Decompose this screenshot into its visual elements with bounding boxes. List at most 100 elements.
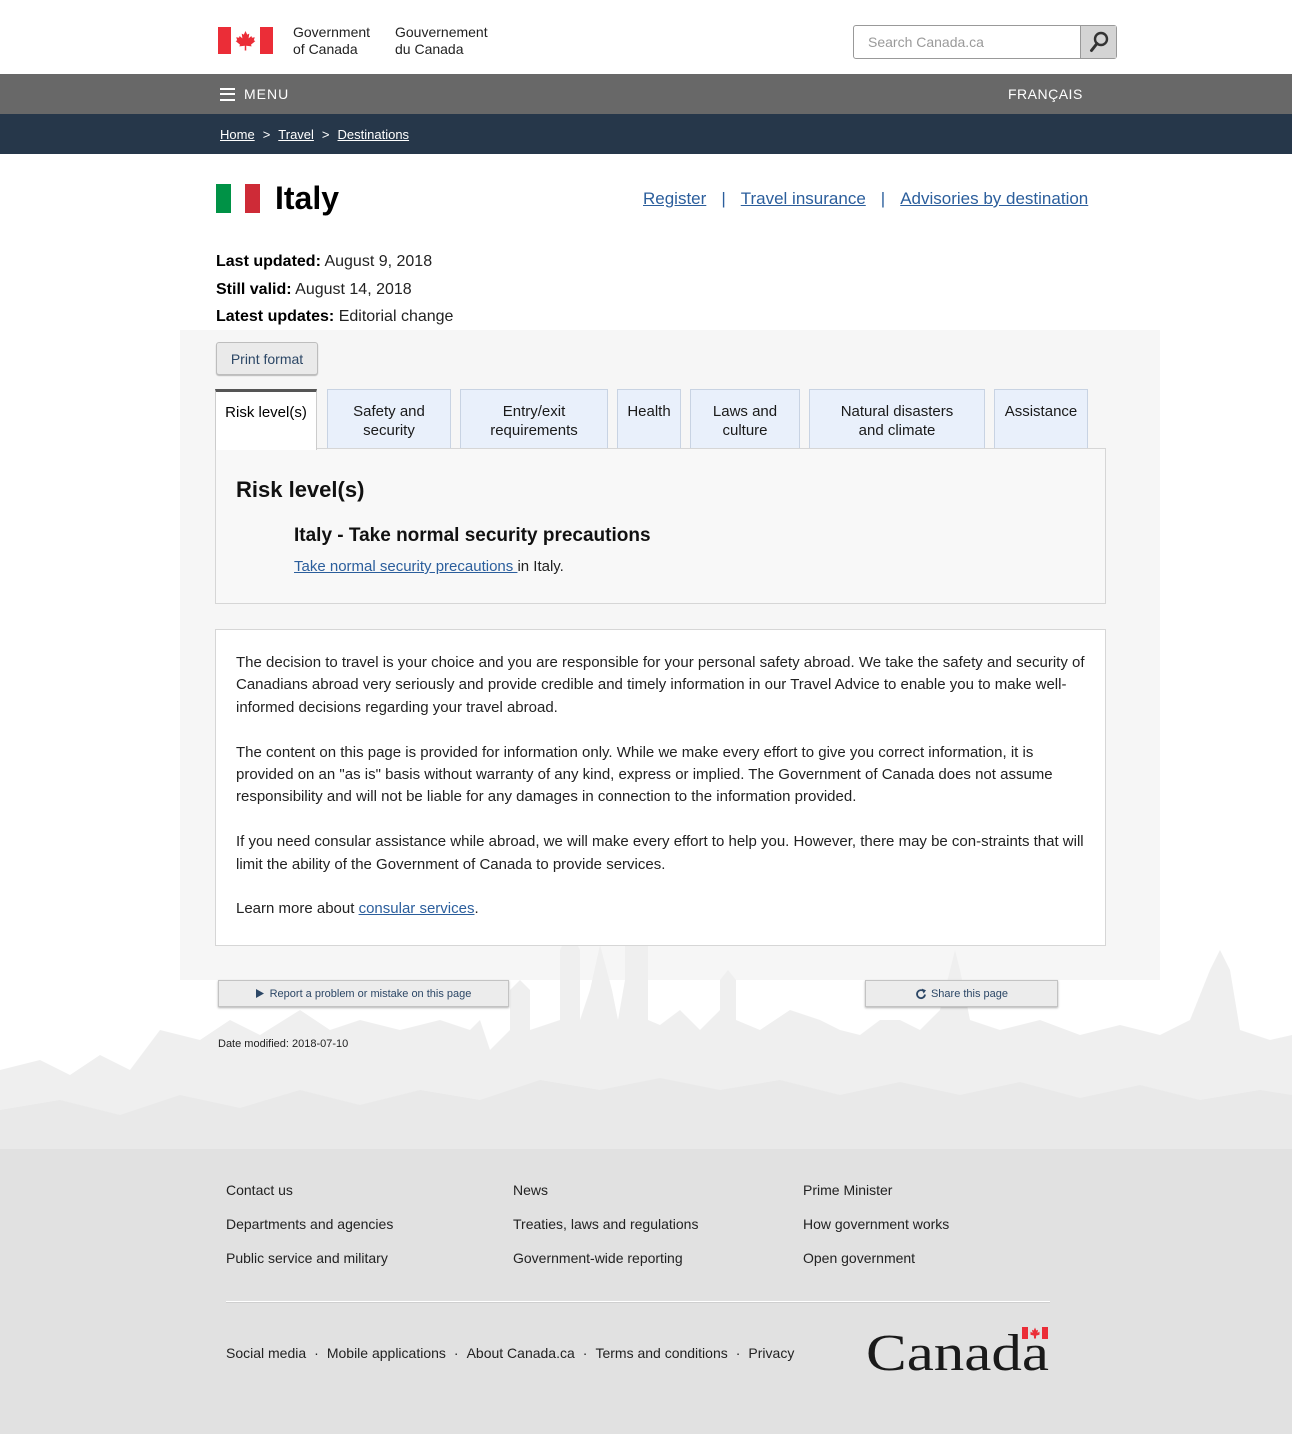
footer-news[interactable]: News <box>513 1182 548 1198</box>
register-link[interactable]: Register <box>643 189 706 209</box>
footer-dot-separator: · <box>582 1345 588 1361</box>
print-format-button[interactable]: Print format <box>216 342 318 375</box>
breadcrumb-destinations[interactable]: Destinations <box>338 127 410 142</box>
share-page-button[interactable]: Share this page <box>865 980 1058 1007</box>
canada-wordmark-logo: Canada <box>866 1325 1049 1375</box>
footer-dot-separator: · <box>735 1345 741 1361</box>
search-button[interactable] <box>1080 26 1116 58</box>
disclaimer-paragraph-2: The content on this page is provided for… <box>236 743 1053 806</box>
footer-contact-us[interactable]: Contact us <box>226 1182 293 1198</box>
advisory-metadata: Last updated: August 9, 2018 Still valid… <box>216 248 453 331</box>
page-title: Italy <box>275 180 340 216</box>
last-updated-label: Last updated: <box>216 253 321 270</box>
still-valid-row: Still valid: August 14, 2018 <box>216 276 453 304</box>
disclaimer-paragraph-3: If you need consular assistance while ab… <box>236 833 1084 873</box>
site-footer: Contact us Departments and agencies Publ… <box>0 1149 1292 1434</box>
signature-fr-line-2: du Canada <box>395 41 464 57</box>
tab-label-line-2: requirements <box>490 422 578 439</box>
still-valid-value: August 14, 2018 <box>295 280 412 298</box>
breadcrumb: Home > Travel > Destinations <box>220 114 409 154</box>
canada-flag-icon[interactable] <box>218 27 273 54</box>
footer-terms-and-conditions[interactable]: Terms and conditions <box>595 1345 727 1361</box>
tab-label-line-2: security <box>363 422 415 439</box>
panel-heading: Risk level(s) <box>236 477 365 502</box>
tab-laws-and-culture[interactable]: Laws and culture <box>690 389 800 448</box>
risk-level-text: Take normal security precautions in Ital… <box>294 558 564 575</box>
disclaimer-paragraph-1: The decision to travel is your choice an… <box>236 654 1085 716</box>
tab-health[interactable]: Health <box>617 389 681 448</box>
footer-dot-separator: · <box>314 1345 319 1361</box>
tab-assistance[interactable]: Assistance <box>994 389 1088 448</box>
latest-updates-row: Latest updates: Editorial change <box>216 303 453 331</box>
tab-label-line-1: Laws and <box>712 403 778 420</box>
report-problem-button[interactable]: Report a problem or mistake on this page <box>218 980 509 1007</box>
hamburger-icon <box>220 87 235 101</box>
triangle-right-icon <box>255 989 264 998</box>
footer-public-service-and-military[interactable]: Public service and military <box>226 1250 388 1266</box>
search-icon <box>1089 31 1108 52</box>
footer-prime-minister[interactable]: Prime Minister <box>803 1182 892 1198</box>
breadcrumb-home[interactable]: Home <box>220 127 255 142</box>
footer-about-canada[interactable]: About Canada.ca <box>467 1345 575 1361</box>
tab-risk-levels[interactable]: Risk level(s) <box>215 389 317 450</box>
footer-divider <box>226 1301 1050 1302</box>
breadcrumb-bar: Home > Travel > Destinations <box>0 114 1292 154</box>
wordmark-text: Canada <box>866 1325 1049 1375</box>
title-links: Register | Travel insurance | Advisories… <box>643 189 1088 209</box>
footer-government-wide-reporting[interactable]: Government-wide reporting <box>513 1250 683 1266</box>
risk-levels-panel: Risk level(s) Italy - Take normal securi… <box>215 448 1106 604</box>
italy-flag-icon <box>216 184 261 213</box>
footer-privacy[interactable]: Privacy <box>748 1345 794 1361</box>
menu-bar: MENU FRANÇAIS <box>0 74 1292 114</box>
signature-english[interactable]: Government of Canada <box>293 24 370 58</box>
tab-label: Health <box>627 403 671 420</box>
search-box <box>853 25 1117 59</box>
footer-social-media[interactable]: Social media <box>226 1345 306 1361</box>
learn-more-suffix: . <box>474 900 479 918</box>
footer-how-government-works[interactable]: How government works <box>803 1216 949 1232</box>
footer-open-government[interactable]: Open government <box>803 1250 915 1266</box>
menu-button[interactable]: MENU <box>220 74 289 114</box>
latest-updates-label: Latest updates: <box>216 308 335 325</box>
tab-label-line-1: Natural disasters <box>840 403 954 420</box>
tab-entry-exit-requirements[interactable]: Entry/exit requirements <box>460 389 608 448</box>
learn-more-prefix: Learn more about <box>236 900 359 918</box>
report-problem-label: Report a problem or mistake on this page <box>269 987 472 1000</box>
footer-treaties-laws-regulations[interactable]: Treaties, laws and regulations <box>513 1216 698 1232</box>
breadcrumb-separator: > <box>321 126 330 142</box>
signature-en-line-2: of Canada <box>293 41 358 57</box>
travel-insurance-link[interactable]: Travel insurance <box>741 189 866 209</box>
still-valid-label: Still valid: <box>216 280 292 298</box>
footer-departments-and-agencies[interactable]: Departments and agencies <box>226 1216 393 1232</box>
tab-label-line-2: and climate <box>858 422 936 439</box>
latest-updates-value: Editorial change <box>338 308 454 325</box>
date-modified: Date modified: 2018-07-10 <box>218 1038 348 1050</box>
last-updated-row: Last updated: August 9, 2018 <box>216 248 453 276</box>
last-updated-value: August 9, 2018 <box>324 253 433 270</box>
signature-french[interactable]: Gouvernement du Canada <box>395 24 488 58</box>
tab-natural-disasters-and-climate[interactable]: Natural disasters and climate <box>809 389 985 448</box>
tab-safety-and-security[interactable]: Safety and security <box>327 389 451 448</box>
tab-label-line-2: culture <box>722 422 768 439</box>
risk-level-link[interactable]: Take normal security precautions <box>294 558 517 575</box>
tab-label: Assistance <box>1004 403 1078 420</box>
signature-en-line-1: Government <box>293 24 371 40</box>
government-header: Government of Canada Gouvernement du Can… <box>0 0 1292 74</box>
link-separator: | <box>880 189 886 208</box>
disclaimer-paragraph-4: Learn more about consular services. <box>236 898 1085 920</box>
breadcrumb-travel[interactable]: Travel <box>278 127 314 142</box>
breadcrumb-separator: > <box>262 126 271 142</box>
share-icon <box>916 988 926 999</box>
link-separator: | <box>721 189 726 208</box>
tab-label: Risk level(s) <box>225 404 307 421</box>
consular-services-link[interactable]: consular services <box>359 900 475 917</box>
advisories-by-destination-link[interactable]: Advisories by destination <box>900 189 1088 209</box>
footer-mobile-applications[interactable]: Mobile applications <box>327 1345 446 1361</box>
tab-label-line-1: Entry/exit <box>502 403 566 420</box>
tab-label-line-1: Safety and <box>353 403 425 420</box>
search-input[interactable] <box>854 26 1082 58</box>
menu-label: MENU <box>244 86 290 102</box>
language-toggle-link[interactable]: FRANÇAIS <box>1008 74 1083 114</box>
date-modified-value: 2018-07-10 <box>292 1038 349 1050</box>
signature-fr-line-1: Gouvernement <box>395 24 488 40</box>
